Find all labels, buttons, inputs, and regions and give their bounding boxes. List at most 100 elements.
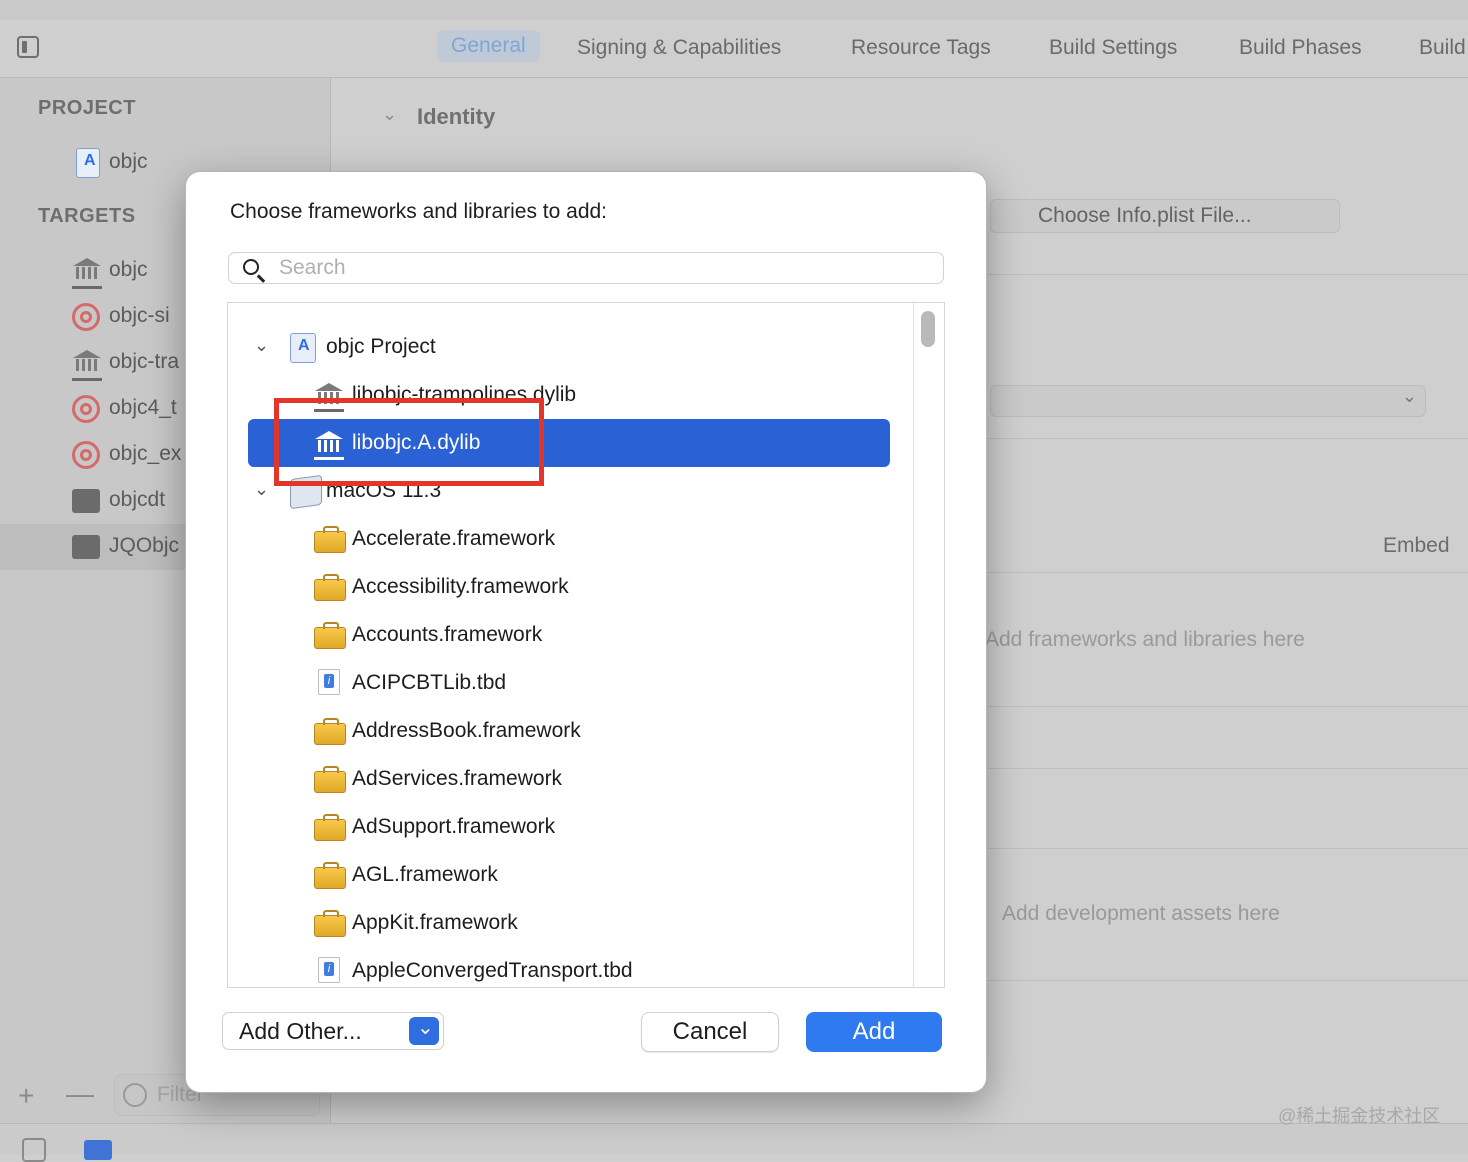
list-item-label: Accessibility.framework	[352, 575, 569, 598]
list-item-framework[interactable]: AdServices.framework	[228, 755, 914, 803]
sidebar-item-label: objcdt	[109, 488, 166, 511]
toolbox-icon	[314, 622, 346, 649]
toolbox-icon	[314, 718, 346, 745]
add-other-popup-button[interactable]: Add Other...	[222, 1012, 444, 1050]
chevron-down-icon[interactable]	[409, 1015, 439, 1045]
sidebar-toggle-icon[interactable]	[17, 36, 39, 58]
sidebar-item-label: JQObjc	[109, 534, 180, 557]
cancel-button[interactable]: Cancel	[641, 1012, 779, 1052]
add-other-label: Add Other...	[239, 1018, 362, 1044]
list-item-framework[interactable]: Accounts.framework	[228, 611, 914, 659]
chevron-down-icon[interactable]: ⌄	[382, 104, 397, 125]
list-item-label: AdSupport.framework	[352, 815, 556, 838]
tab-build-rules[interactable]: Build	[1419, 36, 1466, 60]
identity-section-title: Identity	[417, 104, 496, 129]
list-item-dylib-selected[interactable]: libobjc.A.dylib	[248, 419, 890, 467]
chevron-down-icon[interactable]: ⌄	[254, 479, 269, 500]
watermark: @稀土掘金技术社区	[1278, 1106, 1441, 1126]
search-field[interactable]	[228, 252, 944, 284]
list-item-label: objc Project	[326, 335, 436, 358]
dialog-title: Choose frameworks and libraries to add:	[230, 200, 608, 223]
sidebar-item-label: objc-si	[109, 304, 170, 327]
list-item-framework[interactable]: AppKit.framework	[228, 899, 914, 947]
toolbox-icon	[314, 910, 346, 937]
target-icon	[72, 303, 100, 331]
sidebar-item-label: objc4_t	[109, 396, 177, 419]
list-item-label: libobjc.A.dylib	[352, 431, 481, 454]
list-item-tbd[interactable]: ACIPCBTLib.tbd	[228, 659, 914, 707]
list-item-label: libobjc-trampolines.dylib	[352, 383, 577, 406]
list-item-label: AdServices.framework	[352, 767, 563, 790]
window-top-strip	[0, 0, 1468, 21]
list-item-dylib[interactable]: libobjc-trampolines.dylib	[228, 371, 914, 419]
terminal-icon	[72, 489, 100, 513]
list-item-framework[interactable]: Accelerate.framework	[228, 515, 914, 563]
list-item-framework[interactable]: AdSupport.framework	[228, 803, 914, 851]
list-item-tbd[interactable]: AppleConvergedTransport.tbd	[228, 947, 914, 987]
library-icon	[72, 256, 102, 289]
add-frameworks-dialog: Choose frameworks and libraries to add: …	[186, 172, 986, 1092]
divider	[986, 706, 1468, 707]
sidebar-item-label: objc	[109, 258, 148, 281]
add-assets-hint: Add development assets here	[1002, 902, 1280, 925]
list-item-label: Accelerate.framework	[352, 527, 556, 550]
targets-section-header: TARGETS	[38, 205, 136, 227]
list-item-objc-project[interactable]: ⌄ objc Project	[228, 323, 914, 371]
target-icon	[72, 395, 100, 423]
chevron-down-icon[interactable]: ⌄	[254, 335, 269, 356]
list-item-framework[interactable]: Accessibility.framework	[228, 563, 914, 611]
divider	[986, 768, 1468, 769]
editor-tab-bar: General Signing & Capabilities Resource …	[0, 20, 1468, 78]
divider	[986, 572, 1468, 573]
sidebar-item-label: objc	[109, 150, 148, 173]
search-icon	[243, 259, 259, 275]
list-item-framework[interactable]: AGL.framework	[228, 851, 914, 899]
divider	[986, 848, 1468, 849]
project-section-header: PROJECT	[38, 97, 136, 119]
text-file-icon	[318, 957, 340, 983]
toolbox-icon	[314, 862, 346, 889]
sidebar-item-label: objc-tra	[109, 350, 180, 373]
toolbox-icon	[314, 766, 346, 793]
add-button[interactable]: Add	[806, 1012, 942, 1052]
tab-general[interactable]: General	[437, 30, 540, 62]
frameworks-list[interactable]: ⌄ objc Project libobjc-trampolines.dylib…	[227, 302, 945, 988]
embed-column-header: Embed	[1383, 534, 1450, 557]
list-item-label: AddressBook.framework	[352, 719, 581, 742]
list-item-label: AppKit.framework	[352, 911, 518, 934]
project-file-icon	[290, 333, 316, 363]
background-popup-select[interactable]	[990, 385, 1426, 417]
choose-info-plist-button[interactable]: Choose Info.plist File...	[990, 199, 1340, 233]
search-input[interactable]	[279, 255, 919, 281]
divider	[986, 438, 1468, 439]
list-item-label: macOS 11.3	[326, 479, 442, 502]
choose-info-plist-label: Choose Info.plist File...	[1038, 204, 1252, 227]
sidebar-item-label: objc_ex	[109, 442, 182, 465]
tab-build-phases[interactable]: Build Phases	[1239, 36, 1362, 60]
list-item-sdk[interactable]: ⌄ macOS 11.3	[228, 467, 914, 515]
list-item-framework[interactable]: AddressBook.framework	[228, 707, 914, 755]
list-item-label: Accounts.framework	[352, 623, 543, 646]
folder-icon[interactable]	[84, 1140, 112, 1160]
tab-resource-tags[interactable]: Resource Tags	[851, 36, 991, 60]
text-file-icon	[318, 669, 340, 695]
divider	[986, 980, 1468, 981]
terminal-icon	[72, 535, 100, 559]
tab-build-settings[interactable]: Build Settings	[1049, 36, 1177, 60]
square-icon[interactable]	[22, 1138, 46, 1162]
list-item-label: ACIPCBTLib.tbd	[352, 671, 507, 694]
toolbox-icon	[314, 814, 346, 841]
remove-target-icon[interactable]: —	[66, 1078, 94, 1110]
tab-signing-capabilities[interactable]: Signing & Capabilities	[577, 36, 781, 60]
filter-icon	[123, 1083, 147, 1107]
list-item-label: AGL.framework	[352, 863, 498, 886]
list-scrollbar[interactable]	[913, 303, 944, 987]
project-file-icon	[76, 148, 100, 178]
bottom-status-bar	[0, 1123, 1468, 1155]
toolbox-icon	[314, 526, 346, 553]
list-item-label: AppleConvergedTransport.tbd	[352, 959, 633, 982]
scrollbar-thumb[interactable]	[921, 311, 935, 347]
target-icon	[72, 441, 100, 469]
add-target-icon[interactable]: +	[18, 1080, 34, 1112]
library-icon	[314, 381, 344, 412]
